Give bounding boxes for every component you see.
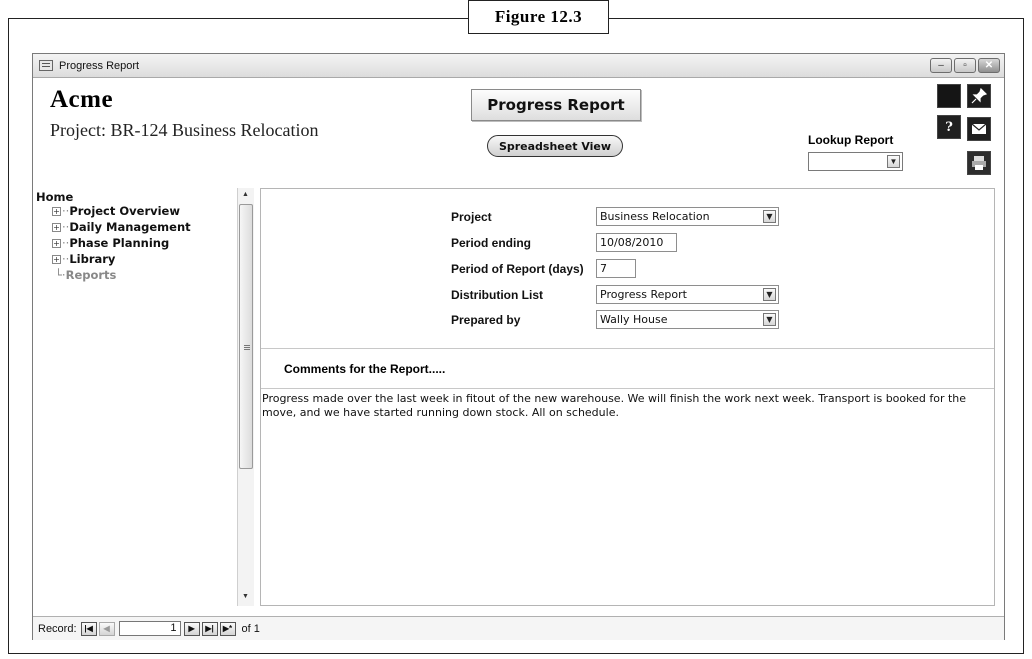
record-number-field[interactable]: 1: [118, 621, 181, 636]
nav-item-reports[interactable]: └·Reports: [55, 268, 116, 282]
chevron-down-icon[interactable]: ▼: [887, 155, 900, 168]
print-icon[interactable]: [967, 151, 991, 175]
app-window: Progress Report – ▫ ✕ Acme Project: BR-1…: [32, 53, 1005, 640]
chevron-down-icon[interactable]: ▼: [763, 313, 776, 326]
nav-item-phase-planning[interactable]: + ··Phase Planning: [52, 236, 169, 250]
window-title: Progress Report: [59, 59, 140, 72]
first-record-button[interactable]: |◀: [80, 621, 97, 636]
period-ending-field[interactable]: 10/08/2010: [596, 233, 677, 252]
last-record-button[interactable]: ▶|: [201, 621, 218, 636]
nav-item-label: Reports: [65, 268, 117, 282]
nav-item-label: Project Overview: [69, 204, 180, 218]
next-record-button[interactable]: ▶: [183, 621, 200, 636]
project-title: Project: BR-124 Business Relocation: [50, 120, 319, 140]
grip-icon: [244, 345, 250, 346]
prepared-by-value: Wally House: [600, 313, 668, 326]
scroll-thumb[interactable]: [239, 204, 253, 469]
expand-icon[interactable]: +: [52, 223, 61, 232]
chevron-down-icon[interactable]: ▼: [763, 288, 776, 301]
nav-item-library[interactable]: + ··Library: [52, 252, 115, 266]
blank-icon[interactable]: [937, 84, 961, 108]
mail-icon[interactable]: [967, 117, 991, 141]
title-bar: Progress Report – ▫ ✕: [33, 54, 1004, 78]
period-days-label: Period of Report (days): [451, 262, 584, 276]
form-icon: [39, 60, 53, 71]
nav-home[interactable]: Home: [36, 190, 73, 204]
report-fields-section: Project Business Relocation ▼ Period end…: [261, 189, 994, 349]
distribution-list-value: Progress Report: [600, 288, 687, 301]
comments-heading: Comments for the Report.....: [284, 362, 446, 376]
figure-caption: Figure 12.3: [468, 0, 609, 34]
expand-icon[interactable]: +: [52, 255, 61, 264]
nav-item-daily-management[interactable]: + ··Daily Management: [52, 220, 191, 234]
period-ending-label: Period ending: [451, 236, 532, 250]
comments-header: Comments for the Report.....: [261, 349, 994, 389]
expand-icon[interactable]: +: [52, 207, 61, 216]
print-icon-glyph: [972, 156, 986, 170]
new-record-button[interactable]: ▶*: [219, 621, 236, 636]
pin-icon[interactable]: [967, 84, 991, 108]
close-button[interactable]: ✕: [978, 58, 1000, 73]
report-title-button[interactable]: Progress Report: [471, 89, 641, 121]
tree-connector: └·: [55, 268, 66, 282]
nav-item-label: Daily Management: [69, 220, 191, 234]
scroll-down-icon[interactable]: ▼: [242, 593, 249, 600]
nav-item-label: Phase Planning: [69, 236, 170, 250]
lookup-report-label: Lookup Report: [808, 133, 894, 147]
distribution-list-label: Distribution List: [451, 288, 543, 302]
lookup-report-select[interactable]: ▼: [808, 152, 903, 171]
nav-item-label: Library: [69, 252, 116, 266]
scroll-up-icon[interactable]: ▲: [242, 191, 249, 198]
nav-item-project-overview[interactable]: + ··Project Overview: [52, 204, 180, 218]
nav-scrollbar[interactable]: ▲ ▼: [237, 188, 254, 606]
brand-name: Acme: [50, 86, 114, 113]
help-icon[interactable]: ?: [937, 115, 961, 139]
record-count: of 1: [241, 622, 260, 635]
project-value: Business Relocation: [600, 210, 710, 223]
comments-textarea[interactable]: Progress made over the last week in fito…: [261, 390, 976, 420]
report-form: Project Business Relocation ▼ Period end…: [260, 188, 995, 606]
navigation-pane: Home + ··Project Overview + ··Daily Manage…: [34, 188, 258, 608]
record-label: Record:: [38, 622, 77, 635]
period-days-field[interactable]: 7: [596, 259, 636, 278]
window-controls: – ▫ ✕: [930, 58, 1000, 73]
expand-icon[interactable]: +: [52, 239, 61, 248]
project-select[interactable]: Business Relocation ▼: [596, 207, 779, 226]
pin-icon-glyph: [971, 88, 987, 104]
record-navigator: Record: |◀ ◀ 1 ▶ ▶| ▶* of 1: [33, 616, 1004, 640]
distribution-list-select[interactable]: Progress Report ▼: [596, 285, 779, 304]
mail-icon-glyph: [971, 123, 987, 134]
chevron-down-icon[interactable]: ▼: [763, 210, 776, 223]
minimize-button[interactable]: –: [930, 58, 952, 73]
prepared-by-select[interactable]: Wally House ▼: [596, 310, 779, 329]
previous-record-button[interactable]: ◀: [98, 621, 115, 636]
spreadsheet-view-button[interactable]: Spreadsheet View: [487, 135, 623, 157]
project-label: Project: [451, 210, 492, 224]
maximize-button[interactable]: ▫: [954, 58, 976, 73]
prepared-by-label: Prepared by: [451, 313, 521, 327]
